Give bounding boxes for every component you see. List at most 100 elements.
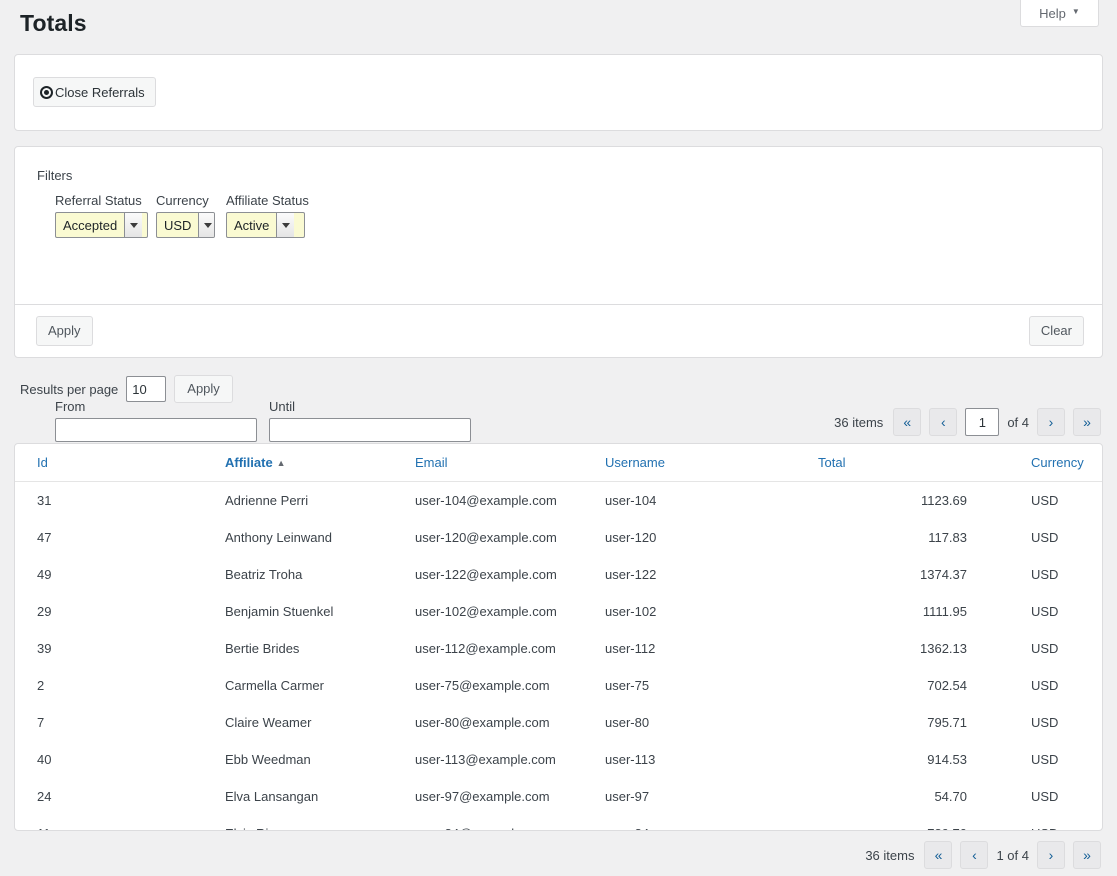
totals-table-panel: Id Affiliate ▲ Email Username Total Curre… [14, 443, 1103, 831]
pagination-bottom-last-button[interactable]: » [1073, 841, 1101, 869]
pagination-top-page-input[interactable] [965, 408, 1000, 436]
filter-referral-status-label: Referral Status [55, 193, 142, 208]
affiliate-status-select[interactable]: Active [226, 212, 305, 238]
pagination-bottom-prev-button[interactable]: ‹ [960, 841, 989, 869]
table-row: 49 Beatriz Troha user-122@example.com user-… [15, 556, 1102, 593]
from-date-input[interactable] [55, 418, 257, 442]
cell-id: 39 [37, 641, 52, 656]
cell-id: 2 [37, 678, 45, 693]
filter-affiliate-status-label: Affiliate Status [226, 193, 309, 208]
pagination-bottom-page-text: 1 of 4 [996, 847, 1029, 863]
cell-currency: USD [1031, 715, 1059, 730]
filter-currency-label: Currency [156, 193, 209, 208]
page-header: Totals Help ▼ [0, 0, 1117, 52]
cell-affiliate: Ebb Weedman [225, 752, 311, 767]
table-row: 11Elvis Rierauser-84@example.comuser-847… [15, 815, 1102, 830]
until-date-input[interactable] [269, 418, 471, 442]
table-row: 7 Claire Weamer user-80@example.com user-80… [15, 704, 1102, 741]
chevron-down-icon [276, 213, 295, 237]
table-body: 31 Adrienne Perri user-104@example.com user… [15, 482, 1102, 830]
column-header-currency[interactable]: Currency [1008, 444, 1102, 482]
column-header-total[interactable]: Total [795, 444, 1008, 482]
cell-username: user-84 [605, 815, 795, 830]
cell-affiliate: Carmella Carmer [225, 678, 324, 693]
cell-total: 1374.37 [920, 567, 967, 582]
cell-email: user-112@example.com [415, 641, 556, 656]
cell-username: user-113 [605, 752, 656, 767]
cell-total: 702.54 [927, 678, 967, 693]
cell-username: user-120 [605, 530, 657, 545]
cell-id: 7 [37, 715, 45, 730]
pagination-bottom-first-button[interactable]: « [924, 841, 953, 869]
referral-status-value: Accepted [63, 217, 118, 233]
cell-email: user-84@example.com [415, 815, 605, 830]
filter-from: From [55, 399, 257, 442]
table-row: 31 Adrienne Perri user-104@example.com user… [15, 482, 1102, 520]
column-header-username[interactable]: Username [605, 444, 795, 482]
help-button[interactable]: Help ▼ [1020, 0, 1099, 27]
filter-affiliate-status: Affiliate Status Active [226, 193, 309, 238]
pagination-top-prev-button[interactable]: ‹ [929, 408, 958, 436]
pagination-bottom-item-count: 36 items [865, 847, 915, 863]
referral-status-select[interactable]: Accepted [55, 212, 148, 238]
cell-affiliate: Beatriz Troha [225, 567, 303, 582]
pagination-top-next-button[interactable]: › [1037, 408, 1065, 436]
cell-id: 29 [37, 604, 52, 619]
cell-total: 1362.13 [920, 641, 967, 656]
cell-id: 11 [15, 815, 225, 830]
cell-currency: USD [1008, 815, 1102, 830]
cell-username: user-75 [605, 678, 650, 693]
clear-filters-button[interactable]: Clear [1028, 316, 1084, 346]
cell-id: 49 [37, 567, 52, 582]
cell-total: 117.83 [928, 530, 967, 545]
table-row: 2 Carmella Carmer user-75@example.com user-… [15, 667, 1102, 704]
apply-filters-button[interactable]: Apply [36, 316, 93, 346]
pagination-bottom: 36 items « ‹ 1 of 4 › » [865, 841, 1101, 869]
cell-total: 54.70 [934, 789, 967, 804]
column-header-email[interactable]: Email [415, 444, 605, 482]
table-row: 39 Bertie Brides user-112@example.com user-… [15, 630, 1102, 667]
column-header-id[interactable]: Id [15, 444, 225, 482]
cell-currency: USD [1031, 493, 1059, 508]
cell-total: 914.53 [927, 752, 967, 767]
results-per-page-bar: Results per page Apply [20, 375, 233, 403]
page-title: Totals [20, 10, 87, 36]
cell-username: user-122 [605, 567, 657, 582]
column-header-affiliate[interactable]: Affiliate ▲ [225, 444, 415, 482]
cell-email: user-102@example.com [415, 604, 557, 619]
sort-ascending-icon: ▲ [276, 458, 286, 468]
table-header-row: Id Affiliate ▲ Email Username Total Curre… [15, 444, 1102, 482]
cell-currency: USD [1031, 789, 1059, 804]
close-referrals-label: Close Referrals [55, 84, 145, 100]
results-per-page-label: Results per page [20, 381, 119, 397]
results-per-page-apply-button[interactable]: Apply [174, 375, 233, 403]
chevron-down-icon [198, 213, 214, 237]
pagination-top-last-button[interactable]: » [1073, 408, 1101, 436]
results-per-page-input[interactable] [126, 376, 167, 402]
cell-id: 24 [37, 789, 52, 804]
cell-username: user-104 [605, 493, 657, 508]
table-row: 40 Ebb Weedman user-113@example.com user-11… [15, 741, 1102, 778]
close-referrals-button[interactable]: Close Referrals [33, 77, 156, 107]
cell-affiliate: Bertie Brides [225, 641, 300, 656]
cell-affiliate: Benjamin Stuenkel [225, 604, 334, 619]
totals-table: Id Affiliate ▲ Email Username Total Curre… [15, 444, 1102, 830]
cell-currency: USD [1031, 604, 1059, 619]
pagination-top-first-button[interactable]: « [893, 408, 922, 436]
cell-affiliate: Adrienne Perri [225, 493, 309, 508]
filter-referral-status: Referral Status Accepted [55, 193, 148, 238]
cell-affiliate: Anthony Leinwand [225, 530, 332, 545]
currency-select[interactable]: USD [156, 212, 215, 238]
cell-affiliate: Elvis Riera [225, 815, 415, 830]
radio-filled-icon [40, 85, 53, 99]
filters-panel: Filters Referral Status Accepted Currenc… [14, 146, 1103, 442]
cell-email: user-104@example.com [415, 493, 557, 508]
pagination-top-total-pages: of 4 [1007, 414, 1029, 430]
pagination-bottom-next-button[interactable]: › [1037, 841, 1065, 869]
cell-email: user-80@example.com [415, 715, 550, 730]
cell-total: 1123.69 [920, 493, 967, 508]
cell-id: 47 [37, 530, 52, 545]
cell-username: user-97 [605, 789, 650, 804]
cell-email: user-113@example.com [415, 752, 556, 767]
cell-email: user-97@example.com [415, 789, 550, 804]
